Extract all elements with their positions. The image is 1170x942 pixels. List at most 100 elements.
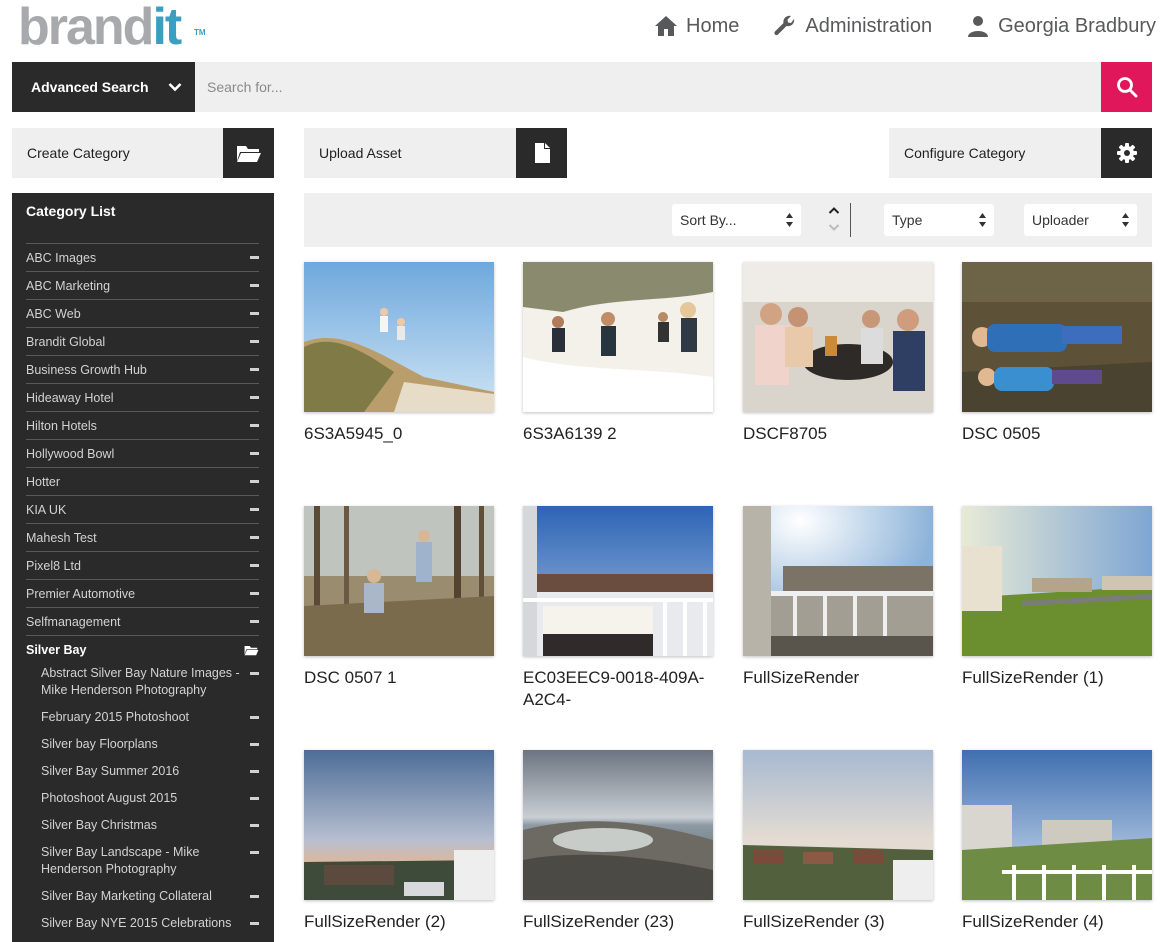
asset-thumbnail[interactable] bbox=[743, 262, 933, 412]
collapse-icon[interactable] bbox=[250, 536, 259, 539]
collapse-icon[interactable] bbox=[250, 770, 259, 773]
sort-direction-toggle[interactable] bbox=[828, 205, 840, 238]
collapse-icon[interactable] bbox=[250, 368, 259, 371]
category-item[interactable]: Premier Automotive bbox=[26, 579, 259, 607]
collapse-icon[interactable] bbox=[250, 620, 259, 623]
category-item[interactable]: Hotter bbox=[26, 467, 259, 495]
asset-card[interactable]: FullSizeRender (3) bbox=[743, 750, 933, 933]
collapse-icon[interactable] bbox=[250, 424, 259, 427]
search-icon bbox=[1116, 77, 1137, 98]
collapse-icon[interactable] bbox=[250, 256, 259, 259]
asset-card[interactable]: 6S3A5945_0 bbox=[304, 262, 494, 445]
collapse-icon[interactable] bbox=[250, 508, 259, 511]
category-item[interactable]: Pixel8 Ltd bbox=[26, 551, 259, 579]
category-item[interactable]: ABC Images bbox=[26, 243, 259, 271]
subcategory-item[interactable]: Silver bay Floorplans bbox=[26, 736, 259, 763]
subcategory-item[interactable]: Silver Bay Landscape - Mike Henderson Ph… bbox=[26, 844, 259, 888]
asset-thumbnail[interactable] bbox=[304, 506, 494, 656]
category-item[interactable]: KIA UK bbox=[26, 495, 259, 523]
asset-thumbnail[interactable] bbox=[743, 506, 933, 656]
nav-user[interactable]: Georgia Bradbury bbox=[966, 14, 1156, 38]
subcategory-label: Photoshoot August 2015 bbox=[41, 791, 178, 805]
subcategory-item[interactable]: Silver Bay NYE 2015 Celebrations bbox=[26, 915, 259, 942]
asset-name[interactable]: EC03EEC9-0018-409A-A2C4- bbox=[523, 667, 713, 711]
configure-category-button[interactable]: Configure Category bbox=[889, 128, 1152, 178]
subcategory-item[interactable]: Photoshoot August 2015 bbox=[26, 790, 259, 817]
subcategory-item[interactable]: February 2015 Photoshoot bbox=[26, 709, 259, 736]
category-item[interactable]: Selfmanagement bbox=[26, 607, 259, 635]
asset-thumbnail[interactable] bbox=[962, 750, 1152, 900]
collapse-icon[interactable] bbox=[250, 564, 259, 567]
collapse-icon[interactable] bbox=[250, 672, 259, 675]
category-item[interactable]: Hilton Hotels bbox=[26, 411, 259, 439]
asset-card[interactable]: FullSizeRender (23) bbox=[523, 750, 713, 933]
asset-name[interactable]: FullSizeRender (1) bbox=[962, 667, 1152, 689]
asset-name[interactable]: FullSizeRender (23) bbox=[523, 911, 713, 933]
collapse-icon[interactable] bbox=[250, 452, 259, 455]
asset-card[interactable]: DSC 0507 1 bbox=[304, 506, 494, 689]
collapse-icon[interactable] bbox=[250, 340, 259, 343]
collapse-icon[interactable] bbox=[250, 895, 259, 898]
collapse-icon[interactable] bbox=[250, 592, 259, 595]
asset-card[interactable]: DSCF8705 bbox=[743, 262, 933, 445]
subcategory-item[interactable]: Silver Bay Christmas bbox=[26, 817, 259, 844]
asset-thumbnail[interactable] bbox=[523, 506, 713, 656]
asset-thumbnail[interactable] bbox=[962, 506, 1152, 656]
asset-name[interactable]: FullSizeRender bbox=[743, 667, 933, 689]
subcategory-item[interactable]: Abstract Silver Bay Nature Images - Mike… bbox=[26, 665, 259, 709]
category-item[interactable]: Mahesh Test bbox=[26, 523, 259, 551]
subcategory-item[interactable]: Silver Bay Marketing Collateral bbox=[26, 888, 259, 915]
asset-card[interactable]: FullSizeRender (4) bbox=[962, 750, 1152, 933]
asset-thumbnail[interactable] bbox=[523, 262, 713, 412]
search-input[interactable] bbox=[195, 62, 1101, 112]
search-button[interactable] bbox=[1101, 62, 1152, 112]
asset-thumbnail[interactable] bbox=[962, 262, 1152, 412]
asset-name[interactable]: 6S3A5945_0 bbox=[304, 423, 494, 445]
nav-administration[interactable]: Administration bbox=[773, 14, 932, 38]
asset-card[interactable]: DSC 0505 bbox=[962, 262, 1152, 445]
asset-name[interactable]: 6S3A6139 2 bbox=[523, 423, 713, 445]
collapse-icon[interactable] bbox=[250, 480, 259, 483]
asset-card[interactable]: EC03EEC9-0018-409A-A2C4- bbox=[523, 506, 713, 711]
uploader-select[interactable]: Uploader bbox=[1024, 204, 1137, 236]
collapse-icon[interactable] bbox=[250, 851, 259, 854]
collapse-icon[interactable] bbox=[250, 284, 259, 287]
collapse-icon[interactable] bbox=[250, 824, 259, 827]
nav-home[interactable]: Home bbox=[654, 15, 739, 38]
create-category-button[interactable]: Create Category bbox=[12, 128, 274, 178]
upload-asset-button[interactable]: Upload Asset bbox=[304, 128, 567, 178]
collapse-icon[interactable] bbox=[250, 716, 259, 719]
type-select[interactable]: Type bbox=[884, 204, 994, 236]
sort-by-select[interactable]: Sort By... bbox=[672, 204, 801, 236]
asset-thumbnail[interactable] bbox=[523, 750, 713, 900]
subcategory-item[interactable]: Silver Bay Summer 2016 bbox=[26, 763, 259, 790]
category-item[interactable]: ABC Web bbox=[26, 299, 259, 327]
brandit-logo[interactable]: brandit TM bbox=[18, 1, 206, 53]
category-item[interactable]: Hollywood Bowl bbox=[26, 439, 259, 467]
asset-thumbnail[interactable] bbox=[743, 750, 933, 900]
folder-open-icon[interactable] bbox=[244, 644, 259, 656]
asset-card[interactable]: FullSizeRender (2) bbox=[304, 750, 494, 933]
asset-name[interactable]: FullSizeRender (4) bbox=[962, 911, 1152, 933]
category-item-silver-bay[interactable]: Silver Bay bbox=[26, 635, 259, 663]
asset-name[interactable]: DSCF8705 bbox=[743, 423, 933, 445]
asset-name[interactable]: DSC 0507 1 bbox=[304, 667, 494, 689]
asset-thumbnail[interactable] bbox=[304, 262, 494, 412]
category-item[interactable]: Brandit Global bbox=[26, 327, 259, 355]
asset-card[interactable]: 6S3A6139 2 bbox=[523, 262, 713, 445]
category-item[interactable]: Business Growth Hub bbox=[26, 355, 259, 383]
category-item[interactable]: ABC Marketing bbox=[26, 271, 259, 299]
advanced-search-toggle[interactable]: Advanced Search bbox=[12, 62, 195, 112]
asset-name[interactable]: FullSizeRender (2) bbox=[304, 911, 494, 933]
asset-card[interactable]: FullSizeRender bbox=[743, 506, 933, 689]
collapse-icon[interactable] bbox=[250, 312, 259, 315]
category-item[interactable]: Hideaway Hotel bbox=[26, 383, 259, 411]
collapse-icon[interactable] bbox=[250, 797, 259, 800]
asset-card[interactable]: FullSizeRender (1) bbox=[962, 506, 1152, 689]
collapse-icon[interactable] bbox=[250, 396, 259, 399]
collapse-icon[interactable] bbox=[250, 922, 259, 925]
asset-name[interactable]: DSC 0505 bbox=[962, 423, 1152, 445]
asset-thumbnail[interactable] bbox=[304, 750, 494, 900]
asset-name[interactable]: FullSizeRender (3) bbox=[743, 911, 933, 933]
collapse-icon[interactable] bbox=[250, 743, 259, 746]
